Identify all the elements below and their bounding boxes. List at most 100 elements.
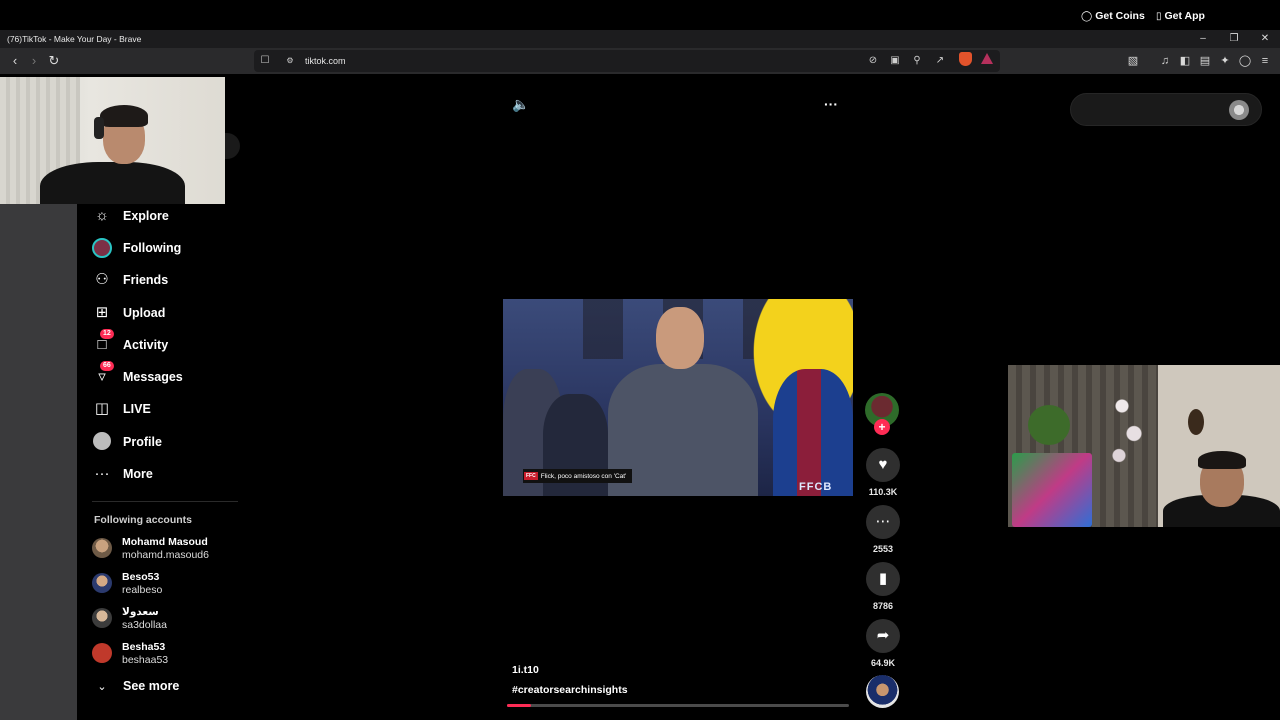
reload-icon[interactable]: ↻ (46, 53, 62, 69)
cast-icon[interactable]: ▣ (888, 54, 902, 68)
vpn-icon[interactable]: ◯ (1237, 53, 1253, 69)
like-action[interactable]: ♥ 110.3K (865, 448, 901, 497)
sidebar-item-explore[interactable]: ☼ Explore (92, 204, 169, 228)
video-off-icon[interactable]: ⊘ (866, 54, 880, 68)
site-info-icon[interactable]: ⚙ (283, 54, 297, 68)
heart-icon[interactable]: ♥ (866, 448, 900, 482)
following-account[interactable]: Mohamd Masoud mohamd.masoud6 (92, 534, 209, 562)
left-edge-strip (0, 204, 77, 720)
video-player[interactable]: FFC Flick, poco amistoso con 'Cat' FFCB (503, 299, 853, 496)
more-options-icon[interactable]: ··· (824, 96, 838, 112)
caption-text: Flick, poco amistoso con 'Cat' (540, 472, 627, 480)
comment-count: 2553 (872, 544, 894, 554)
account-handle: realbeso (122, 583, 163, 596)
following-account[interactable]: سعدولا sa3dollaa (92, 604, 167, 632)
zoom-icon[interactable]: ⚲ (910, 54, 924, 68)
sidebar-icon[interactable]: ◧ (1177, 53, 1193, 69)
leo-icon[interactable]: ✦ (1217, 53, 1233, 69)
account-name: سعدولا (122, 605, 159, 618)
restore-icon[interactable]: ❐ (1227, 32, 1241, 46)
sidebar-item-messages[interactable]: ▿ 66 Messages (92, 361, 183, 389)
sidebar-item-friends[interactable]: ⚇ Friends (92, 268, 168, 292)
sidebar-item-more[interactable]: ··· More (92, 462, 153, 486)
share-icon[interactable]: ↗ (933, 54, 947, 68)
webcam-overlay-right (1008, 365, 1280, 527)
following-accounts-title: Following accounts (94, 514, 193, 526)
compass-icon: ☼ (95, 207, 109, 224)
more-icon: ··· (94, 465, 110, 482)
account-name: Beso53 (122, 570, 160, 583)
menu-icon[interactable]: ≡ (1257, 53, 1273, 69)
window-title: (76)TikTok - Make Your Day - Brave (7, 34, 142, 44)
video-caption-bar: FFC Flick, poco amistoso con 'Cat' (523, 469, 633, 483)
coin-icon: ◯ (1081, 10, 1093, 22)
bookmark-icon[interactable]: ▮ (866, 562, 900, 596)
minimize-icon[interactable]: – (1196, 32, 1210, 46)
sidebar-item-label: More (123, 467, 153, 481)
account-handle: sa3dollaa (122, 618, 167, 631)
profile-avatar (92, 432, 112, 452)
sidebar-item-activity[interactable]: □ 12 Activity (92, 329, 169, 357)
video-progress-fill (507, 704, 531, 707)
following-account[interactable]: Beso53 realbeso (92, 569, 162, 597)
video-author[interactable]: 1i.t10 (512, 664, 539, 676)
sidebar-divider (92, 501, 238, 502)
webcam-overlay-top-left (0, 77, 225, 204)
activity-badge: 12 (100, 329, 114, 339)
brave-shield-icon[interactable] (959, 52, 972, 66)
account-avatar (92, 643, 112, 663)
account-name: Besha53 (122, 640, 166, 653)
bookmark-icon[interactable]: ☐ (258, 54, 272, 68)
follow-plus-icon[interactable]: + (874, 419, 890, 435)
back-icon[interactable]: ‹ (7, 53, 23, 69)
forward-icon[interactable]: › (26, 53, 42, 69)
brave-rewards-icon[interactable] (981, 53, 993, 64)
sidebar-item-label: Activity (123, 338, 169, 352)
video-progress-bar[interactable] (507, 704, 849, 707)
get-coins-label: Get Coins (1095, 10, 1145, 22)
following-avatar (92, 238, 112, 258)
account-avatar (92, 573, 112, 593)
user-avatar[interactable] (1229, 100, 1249, 120)
get-app-label: Get App (1164, 10, 1205, 22)
following-account[interactable]: Besha53 beshaa53 (92, 639, 168, 667)
sidebar-item-label: Profile (123, 435, 162, 449)
get-app-button[interactable]: ▯ Get App (1156, 10, 1205, 22)
friends-icon: ⚇ (95, 271, 109, 288)
tabs-icon[interactable]: ▧ (1125, 53, 1141, 69)
window-titlebar: (76)TikTok - Make Your Day - Brave – ❐ ✕ (0, 30, 1280, 48)
caption-tag: FFC (524, 472, 538, 480)
upload-icon: ⊞ (95, 304, 109, 321)
close-icon[interactable]: ✕ (1258, 32, 1272, 46)
get-coins-button[interactable]: ◯ Get Coins (1081, 10, 1145, 22)
account-name: Mohamd Masoud (122, 535, 208, 548)
wallet-icon[interactable]: ▤ (1197, 53, 1213, 69)
account-avatar (92, 538, 112, 558)
url-text[interactable]: tiktok.com (305, 56, 346, 66)
save-count: 8786 (872, 601, 894, 611)
sidebar-item-profile[interactable]: Profile (92, 430, 162, 454)
sidebar-item-upload[interactable]: ⊞ Upload (92, 301, 166, 325)
comment-action[interactable]: ⋯ 2553 (865, 505, 901, 554)
sidebar-item-label: LIVE (123, 402, 151, 416)
save-action[interactable]: ▮ 8786 (865, 562, 901, 611)
share-action[interactable]: ➦ 64.9K (865, 619, 901, 668)
sidebar-item-live[interactable]: ◫ LIVE (92, 397, 151, 421)
messages-icon: ▿ 66 (92, 361, 114, 387)
like-count: 110.3K (868, 487, 898, 497)
share-arrow-icon[interactable]: ➦ (866, 619, 900, 653)
address-bar[interactable]: ☐ ⚙ tiktok.com ⊘ ▣ ⚲ ↗ (254, 50, 1000, 72)
music-disc-icon[interactable] (866, 675, 899, 708)
music-icon[interactable]: ♫ (1157, 53, 1173, 69)
volume-icon[interactable]: 🔈 (512, 96, 529, 113)
browser-toolbar: ‹ › ↻ ☐ ⚙ tiktok.com ⊘ ▣ ⚲ ↗ ▧ ♫ ◧ ▤ ✦ ◯… (0, 48, 1280, 74)
see-more-label: See more (123, 679, 180, 693)
account-handle: mohamd.masoud6 (122, 548, 209, 561)
sidebar-item-following[interactable]: Following (92, 236, 181, 260)
video-hashtag[interactable]: #creatorsearchinsights (512, 684, 628, 696)
sidebar-item-label: Messages (123, 370, 183, 384)
see-more-button[interactable]: ⌄ See more (96, 679, 179, 693)
activity-icon: □ 12 (92, 329, 114, 355)
comment-icon[interactable]: ⋯ (866, 505, 900, 539)
account-handle: beshaa53 (122, 653, 169, 666)
